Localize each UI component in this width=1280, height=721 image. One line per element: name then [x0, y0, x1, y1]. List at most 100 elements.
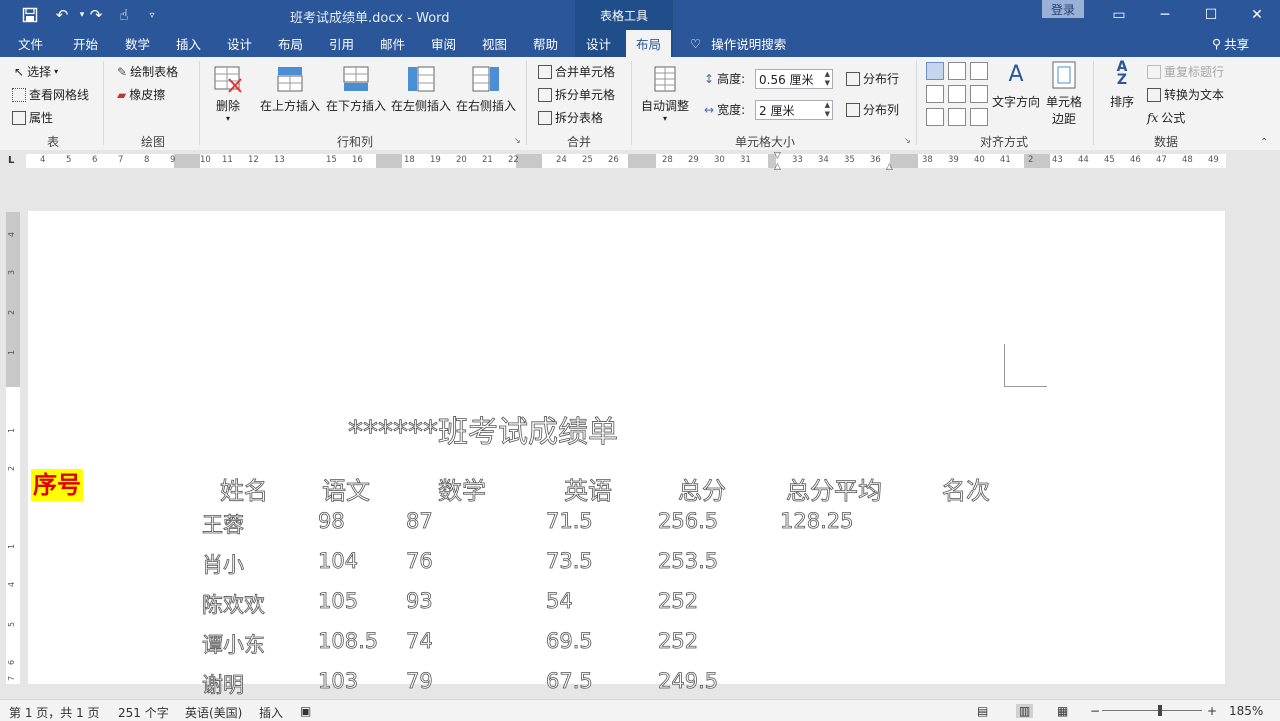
sequence-label[interactable]: 序号	[31, 469, 83, 501]
table-cell[interactable]: 104	[318, 549, 358, 573]
table-header-cell[interactable]: 名次	[942, 471, 990, 506]
table-cell[interactable]: 71.5	[546, 509, 593, 533]
table-cell[interactable]: 87	[406, 509, 433, 533]
properties-button[interactable]: 属性	[12, 109, 53, 126]
table-cell[interactable]: 108.5	[318, 629, 378, 653]
table-header-cell[interactable]: 语文	[322, 471, 370, 506]
align-center-button[interactable]	[948, 85, 966, 103]
tab-review[interactable]: 审阅	[431, 30, 456, 57]
zoom-percent[interactable]: 185%	[1229, 704, 1263, 718]
language-indicator[interactable]: 英语(美国)	[185, 704, 242, 721]
convert-to-text-button[interactable]: 转换为文本	[1147, 86, 1224, 103]
table-header-cell[interactable]: 总分	[678, 471, 726, 506]
table-cell[interactable]: 98	[318, 509, 345, 533]
eraser-button[interactable]: ▰橡皮擦	[117, 86, 165, 103]
ribbon-display-options-icon[interactable]: ▭	[1096, 0, 1142, 30]
align-top-right-button[interactable]	[970, 62, 988, 80]
column-width-input[interactable]: 2 厘米 ▲▼	[755, 100, 833, 120]
page-info[interactable]: 第 1 页，共 1 页	[9, 704, 100, 721]
first-line-indent-marker[interactable]: ▽	[774, 151, 781, 161]
align-center-left-button[interactable]	[926, 85, 944, 103]
table-cell[interactable]: 252	[658, 629, 698, 653]
zoom-out-button[interactable]: −	[1090, 704, 1100, 718]
cell-margins-button[interactable]: 单元格 边距	[1043, 61, 1085, 127]
print-layout-icon[interactable]: ▥	[1016, 704, 1033, 718]
table-cell[interactable]: 79	[406, 669, 433, 693]
table-cell[interactable]: 74	[406, 629, 433, 653]
table-header-cell[interactable]: 姓名	[220, 471, 268, 506]
view-gridlines-button[interactable]: 查看网格线	[12, 86, 89, 103]
word-count[interactable]: 251 个字	[118, 704, 169, 721]
align-bottom-right-button[interactable]	[970, 108, 988, 126]
table-cell[interactable]: 73.5	[546, 549, 593, 573]
tab-view[interactable]: 视图	[482, 30, 507, 57]
share-button[interactable]: ⚲ 共享	[1212, 30, 1249, 57]
table-cell[interactable]: 69.5	[546, 629, 593, 653]
document-page[interactable]: ******班考试成绩单 序号 姓名语文数学英语总分总分平均名次王蓉988771…	[28, 211, 1225, 684]
dialog-launcher-icon[interactable]: ↘	[904, 136, 911, 145]
table-cell[interactable]: 252	[658, 589, 698, 613]
delete-button[interactable]: 删除 ▾	[210, 65, 246, 123]
table-cell[interactable]: 249.5	[658, 669, 718, 693]
document-title-text[interactable]: ******班考试成绩单	[348, 407, 618, 451]
hanging-indent-marker[interactable]: △	[774, 162, 781, 172]
distribute-rows-button[interactable]: 分布行	[846, 70, 899, 87]
table-cell[interactable]: 67.5	[546, 669, 593, 693]
tab-design[interactable]: 设计	[227, 30, 252, 57]
tab-table-design[interactable]: 设计	[586, 30, 611, 57]
select-button[interactable]: ↖选择▾	[14, 63, 58, 80]
vertical-ruler[interactable]: 43211214567	[6, 212, 20, 684]
insert-above-button[interactable]: 在上方插入	[258, 65, 322, 114]
autofit-button[interactable]: 自动调整 ▾	[638, 65, 692, 123]
save-icon[interactable]	[16, 0, 44, 30]
tab-file[interactable]: 文件	[18, 30, 43, 57]
text-direction-button[interactable]: A 文字方向	[991, 61, 1041, 110]
align-bottom-center-button[interactable]	[948, 108, 966, 126]
zoom-slider-thumb[interactable]	[1158, 705, 1162, 716]
row-height-input[interactable]: 0.56 厘米 ▲▼	[755, 69, 833, 89]
table-cell[interactable]: 105	[318, 589, 358, 613]
tab-layout[interactable]: 布局	[278, 30, 303, 57]
customize-qat-icon[interactable]: ▿	[138, 0, 166, 30]
merge-cells-button[interactable]: 合并单元格	[538, 63, 615, 80]
maximize-icon[interactable]: ☐	[1188, 0, 1234, 30]
spinner-arrows-icon[interactable]: ▲▼	[825, 101, 830, 119]
tab-math[interactable]: 数学	[125, 30, 150, 57]
tab-mailings[interactable]: 邮件	[380, 30, 405, 57]
close-icon[interactable]: ✕	[1234, 0, 1280, 30]
login-button[interactable]: 登录	[1042, 0, 1084, 18]
tab-home[interactable]: 开始	[73, 30, 98, 57]
table-cell[interactable]: 谭小东	[202, 629, 265, 659]
align-bottom-left-button[interactable]	[926, 108, 944, 126]
touch-mode-icon[interactable]: ☝	[110, 0, 138, 30]
table-cell[interactable]: 128.25	[780, 509, 853, 533]
align-top-center-button[interactable]	[948, 62, 966, 80]
sort-button[interactable]: AZ 排序	[1105, 61, 1139, 110]
table-header-cell[interactable]: 总分平均	[786, 471, 882, 506]
table-cell[interactable]: 陈欢欢	[202, 589, 265, 619]
align-top-left-button[interactable]	[926, 62, 944, 80]
draw-table-button[interactable]: ✎绘制表格	[117, 63, 178, 80]
split-table-button[interactable]: 拆分表格	[538, 109, 603, 126]
tab-references[interactable]: 引用	[329, 30, 354, 57]
table-cell[interactable]: 谢明	[202, 669, 244, 699]
formula-button[interactable]: fx公式	[1147, 109, 1185, 126]
tab-selector-icon[interactable]: L	[8, 155, 14, 166]
table-cell[interactable]: 54	[546, 589, 573, 613]
read-mode-icon[interactable]: ▤	[977, 704, 988, 718]
redo-icon[interactable]: ↷	[82, 0, 110, 30]
zoom-in-button[interactable]: +	[1207, 704, 1217, 718]
right-indent-marker[interactable]: △	[886, 162, 893, 172]
table-cell[interactable]: 103	[318, 669, 358, 693]
insert-right-button[interactable]: 在右侧插入	[454, 65, 518, 114]
tab-table-layout[interactable]: 布局	[626, 30, 671, 57]
tell-me-search[interactable]: ♡ 操作说明搜索	[690, 30, 786, 57]
table-cell[interactable]: 93	[406, 589, 433, 613]
table-cell[interactable]: 253.5	[658, 549, 718, 573]
repeat-header-rows-button[interactable]: 重复标题行	[1147, 63, 1224, 80]
horizontal-ruler[interactable]: 4567891011121315161819202122242526282930…	[26, 154, 1226, 168]
insert-mode-indicator[interactable]: 插入	[259, 704, 283, 721]
table-cell[interactable]: 肖小	[202, 549, 244, 579]
tab-help[interactable]: 帮助	[533, 30, 558, 57]
table-header-cell[interactable]: 数学	[438, 471, 486, 506]
